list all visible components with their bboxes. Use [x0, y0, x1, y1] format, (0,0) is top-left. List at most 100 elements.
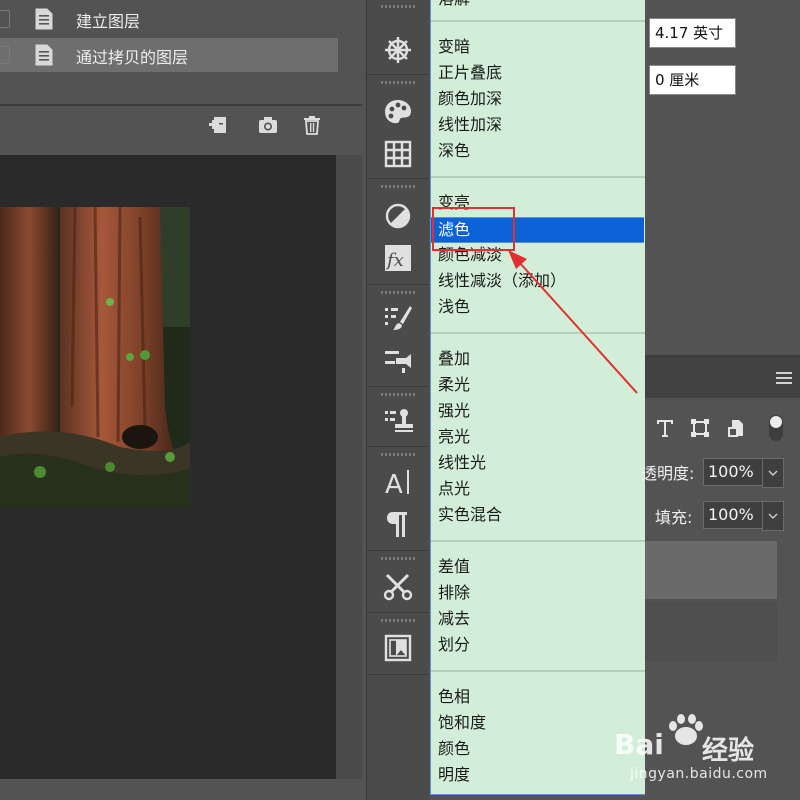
- dock-grip[interactable]: [381, 619, 415, 622]
- layer-row[interactable]: [645, 601, 777, 661]
- menu-item-linear-burn[interactable]: 线性加深: [438, 114, 502, 136]
- opacity-label: 透明度:: [641, 464, 695, 483]
- blend-mode-dropdown[interactable]: 溶解 变暗 正片叠底 颜色加深 线性加深 深色 变亮 滤色 颜色减淡 线性减淡（…: [430, 0, 646, 795]
- menu-divider: [431, 332, 645, 334]
- menu-item-hard-mix[interactable]: 实色混合: [438, 504, 502, 526]
- dock-grip[interactable]: [381, 393, 415, 396]
- camera-snapshot-icon[interactable]: [257, 114, 279, 136]
- dock-grip[interactable]: [381, 557, 415, 560]
- menu-divider: [431, 670, 645, 672]
- menu-item-exclusion[interactable]: 排除: [438, 582, 470, 604]
- trash-icon[interactable]: [301, 114, 323, 136]
- dock-grip[interactable]: [381, 81, 415, 84]
- menu-item-linear-dodge[interactable]: 线性减淡（添加）: [438, 270, 566, 292]
- panel-icon-dock: fx A: [366, 0, 429, 800]
- dock-divider: [367, 612, 429, 613]
- menu-item-lighter-color[interactable]: 浅色: [438, 296, 470, 318]
- brush-settings-icon[interactable]: [382, 302, 414, 334]
- opacity-input[interactable]: 100%: [703, 458, 763, 486]
- menu-item-color[interactable]: 颜色: [438, 738, 470, 760]
- properties-panel: 4.17 英寸 0 厘米: [645, 0, 800, 355]
- history-item-label: 通过拷贝的图层: [76, 48, 189, 67]
- history-item[interactable]: 建立图层: [0, 2, 338, 36]
- menu-item-luminosity[interactable]: 明度: [438, 764, 470, 786]
- dock-grip[interactable]: [381, 291, 415, 294]
- color-palette-icon[interactable]: [382, 96, 414, 128]
- type-filter-icon[interactable]: [655, 418, 675, 438]
- width-field[interactable]: 4.17 英寸: [649, 18, 736, 48]
- history-item-selected[interactable]: 通过拷贝的图层: [0, 38, 338, 72]
- dock-divider: [367, 178, 429, 179]
- menu-divider: [431, 20, 645, 22]
- watermark-brand-cn: 经验: [702, 736, 755, 766]
- menu-item-multiply[interactable]: 正片叠底: [438, 62, 502, 84]
- artboard-icon[interactable]: [382, 632, 414, 664]
- menu-item-hard-light[interactable]: 强光: [438, 400, 470, 422]
- dock-grip[interactable]: [381, 453, 415, 456]
- menu-item-difference[interactable]: 差值: [438, 556, 470, 578]
- fill-dropdown-button[interactable]: [762, 501, 784, 531]
- character-icon[interactable]: A: [382, 466, 414, 498]
- shape-filter-icon[interactable]: [690, 418, 710, 438]
- dock-divider: [367, 550, 429, 551]
- offset-field[interactable]: 0 厘米: [649, 65, 736, 95]
- menu-item-saturation[interactable]: 饱和度: [438, 712, 486, 734]
- history-checkbox[interactable]: [0, 46, 10, 64]
- document-icon: [35, 44, 53, 66]
- menu-item-hue[interactable]: 色相: [438, 686, 470, 708]
- menu-item-color-burn[interactable]: 颜色加深: [438, 88, 502, 110]
- watermark-brand: Bai: [614, 728, 664, 761]
- highlight-box: [432, 207, 515, 251]
- history-toolbar: [0, 106, 362, 142]
- menu-divider: [431, 540, 645, 542]
- swatches-grid-icon[interactable]: [382, 138, 414, 170]
- menu-divider: [431, 176, 645, 178]
- paragraph-icon[interactable]: [382, 508, 414, 540]
- menu-item-overlay[interactable]: 叠加: [438, 348, 470, 370]
- menu-item-divide[interactable]: 划分: [438, 634, 470, 656]
- filter-toggle-icon[interactable]: [768, 414, 784, 442]
- document-icon: [35, 8, 53, 30]
- paw-logo-icon: [669, 714, 703, 745]
- smart-object-filter-icon[interactable]: [727, 418, 747, 438]
- menu-item-linear-light[interactable]: 线性光: [438, 452, 486, 474]
- navigator-icon[interactable]: [382, 34, 414, 66]
- menu-item-pin-light[interactable]: 点光: [438, 478, 470, 500]
- watermark-url: jingyan.baidu.com: [630, 766, 768, 782]
- adjustments-icon[interactable]: [382, 200, 414, 232]
- baidu-jingyan-watermark: Bai 经验 jingyan.baidu.com: [600, 700, 800, 800]
- chevron-down-icon: [768, 513, 778, 519]
- menu-item-subtract[interactable]: 减去: [438, 608, 470, 630]
- styles-fx-icon[interactable]: fx: [382, 242, 414, 274]
- history-item-label: 建立图层: [76, 12, 141, 31]
- chevron-down-icon: [768, 470, 778, 476]
- panel-menu-icon[interactable]: [776, 372, 792, 384]
- brush-presets-icon[interactable]: [382, 344, 414, 376]
- dock-divider: [367, 446, 429, 447]
- dock-divider: [367, 284, 429, 285]
- menu-item-soft-light[interactable]: 柔光: [438, 374, 470, 396]
- svg-text:fx: fx: [385, 250, 404, 271]
- fill-label: 填充:: [655, 508, 693, 527]
- tool-presets-icon[interactable]: [382, 570, 414, 602]
- dock-grip[interactable]: [381, 185, 415, 188]
- dock-grip[interactable]: [381, 5, 415, 8]
- fill-input[interactable]: 100%: [703, 501, 763, 529]
- menu-item-darken[interactable]: 变暗: [438, 36, 470, 58]
- tree-photo: [0, 207, 190, 507]
- menu-item-darker-color[interactable]: 深色: [438, 140, 470, 162]
- menu-item-dissolve[interactable]: 溶解: [438, 0, 470, 10]
- layer-row-selected[interactable]: [645, 541, 777, 599]
- opacity-dropdown-button[interactable]: [762, 458, 784, 488]
- dock-divider: [367, 74, 429, 75]
- new-document-from-state-icon[interactable]: [207, 114, 229, 136]
- status-bar: [0, 779, 362, 800]
- menu-item-vivid-light[interactable]: 亮光: [438, 426, 470, 448]
- layers-panel-header: [645, 358, 800, 398]
- clone-source-icon[interactable]: [382, 404, 414, 436]
- canvas-scrollbar[interactable]: [336, 155, 362, 779]
- history-panel: 建立图层 通过拷贝的图层: [0, 0, 340, 104]
- dock-divider: [367, 386, 429, 387]
- history-checkbox[interactable]: [0, 10, 10, 28]
- dock-divider: [367, 674, 429, 675]
